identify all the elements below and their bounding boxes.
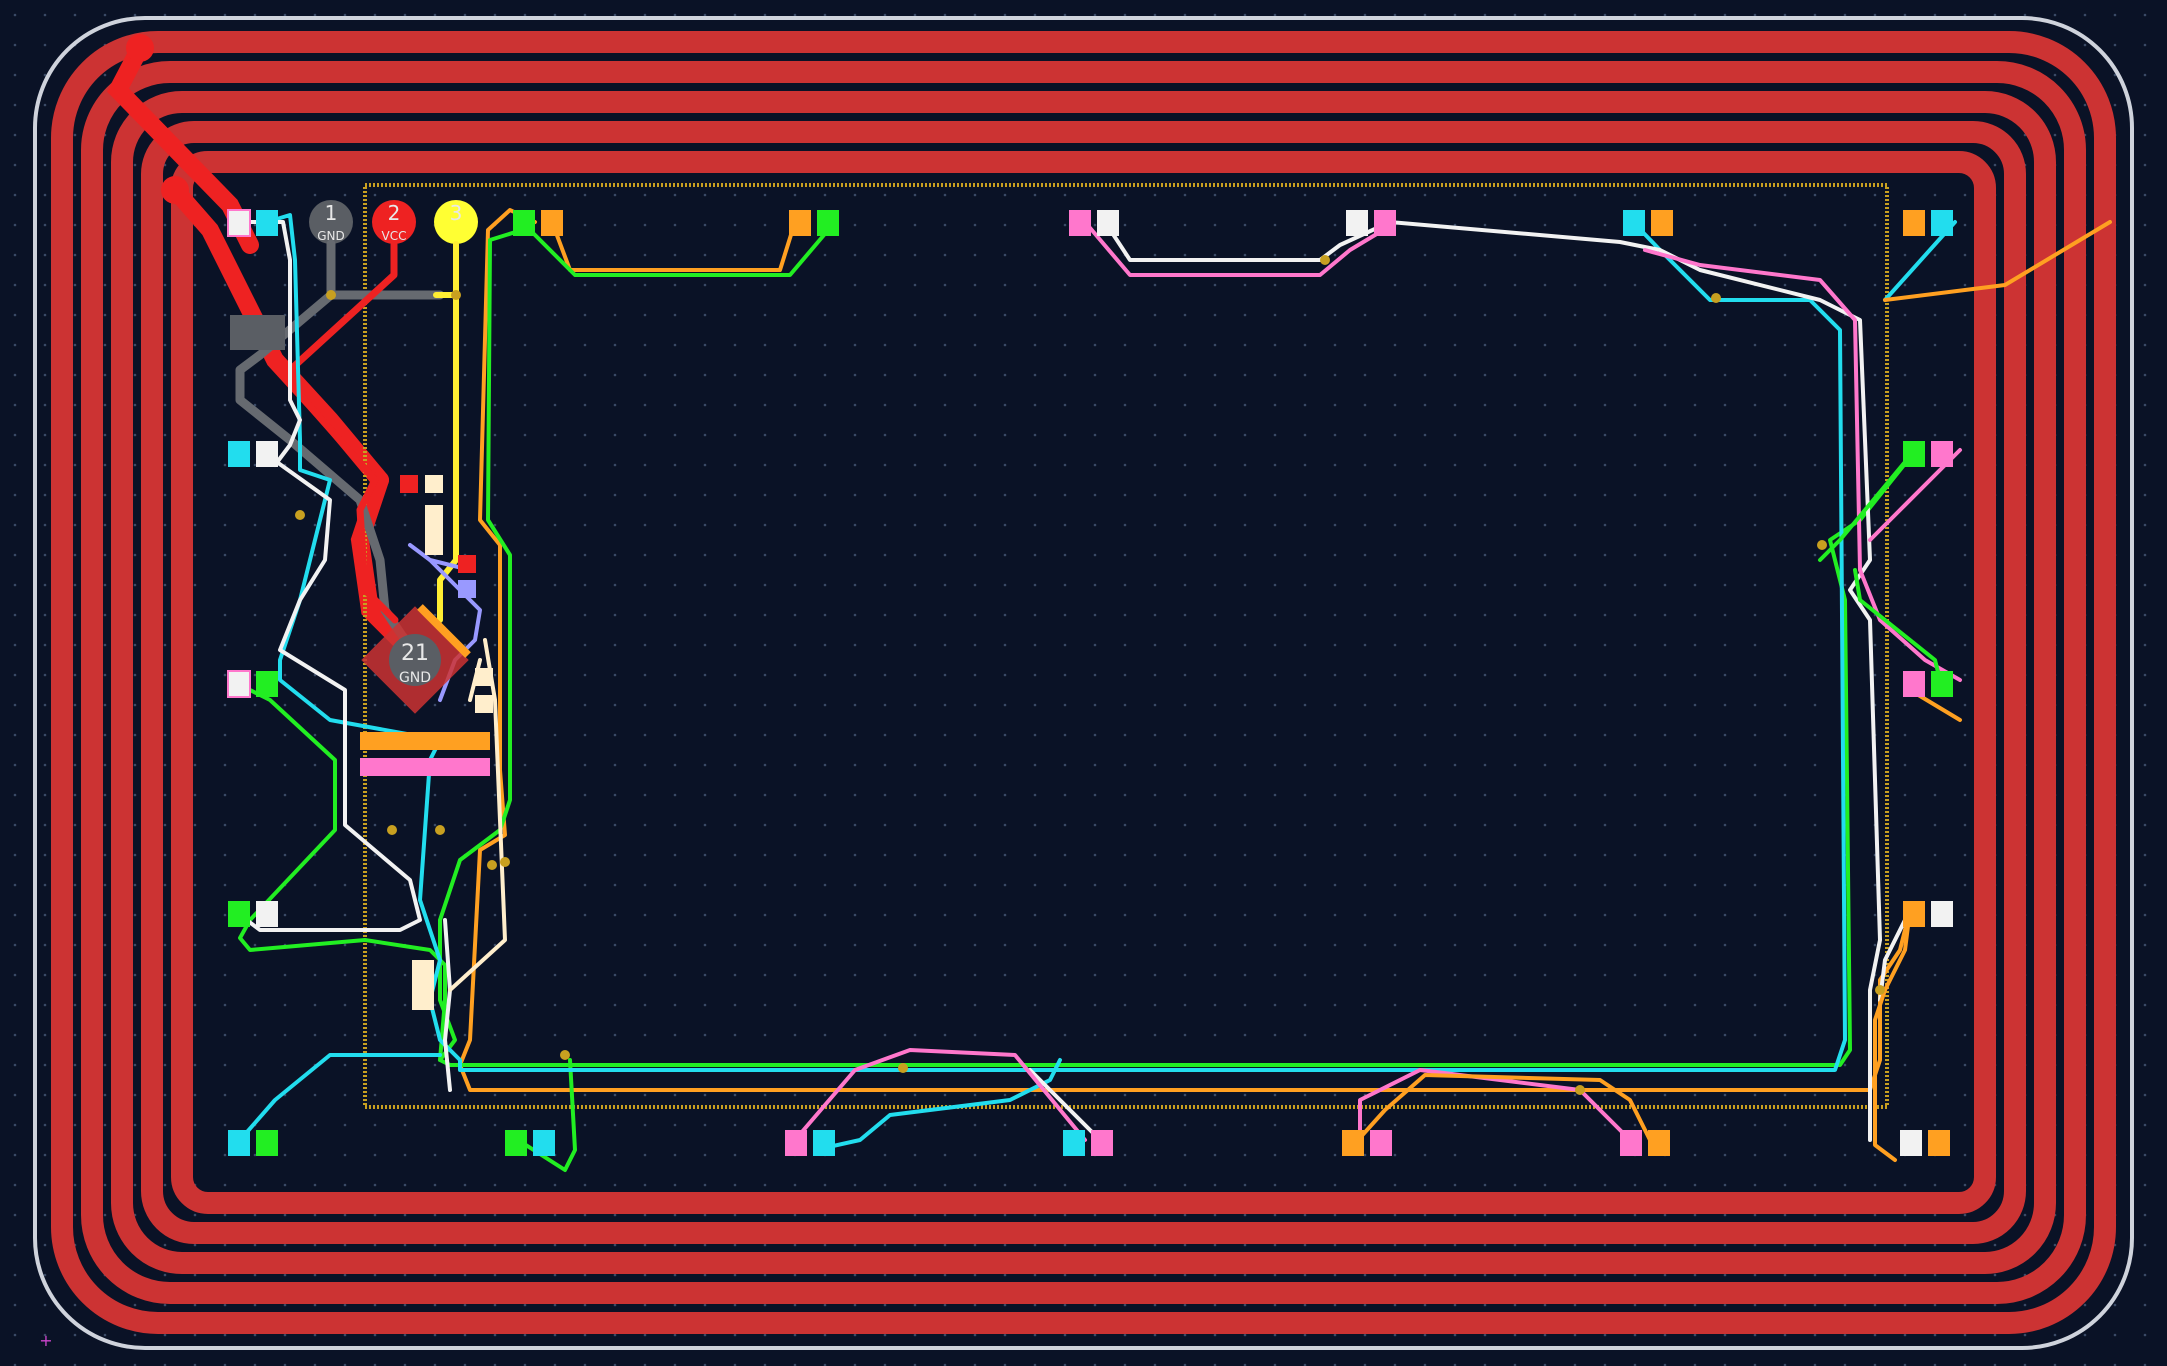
via[interactable] [1320, 255, 1330, 265]
regulator-u2[interactable] [230, 315, 285, 350]
capacitor-c1[interactable] [400, 475, 418, 493]
pin-gnd-number: 1 [325, 201, 338, 225]
via[interactable] [500, 857, 510, 867]
resistor-r2[interactable] [458, 555, 476, 573]
via[interactable] [1875, 985, 1885, 995]
via[interactable] [435, 825, 445, 835]
via[interactable] [451, 290, 461, 300]
coil-via-2[interactable] [161, 176, 189, 204]
resistor-r1[interactable] [425, 505, 443, 555]
pin-vcc-number: 2 [388, 201, 401, 225]
capacitor-c2[interactable] [475, 668, 493, 686]
connector-j1[interactable]: 1 GND 2 VCC 3 [309, 200, 478, 244]
origin-marker: + [39, 1331, 52, 1350]
mcu-center-pad-net: GND [399, 670, 431, 686]
via[interactable] [1711, 293, 1721, 303]
coil-via-1[interactable] [126, 34, 154, 62]
via[interactable] [560, 1050, 570, 1060]
via[interactable] [1817, 540, 1827, 550]
mcu-center-pad-number: 21 [401, 641, 429, 666]
via[interactable] [487, 860, 497, 870]
pcb-layout-canvas[interactable]: 1 GND 2 VCC 3 21 GND + [0, 0, 2167, 1366]
via[interactable] [1575, 1085, 1585, 1095]
via[interactable] [898, 1063, 908, 1073]
diode-d1[interactable] [412, 960, 434, 1010]
capacitor-c1b[interactable] [425, 475, 443, 493]
pin-signal-number: 3 [450, 201, 463, 225]
capacitor-c2b[interactable] [475, 695, 493, 713]
via[interactable] [326, 290, 336, 300]
via[interactable] [295, 510, 305, 520]
switch-pad-row[interactable] [360, 732, 490, 750]
switch-pad-row-2[interactable] [360, 758, 490, 776]
resistor-r3[interactable] [458, 580, 476, 598]
via[interactable] [387, 825, 397, 835]
